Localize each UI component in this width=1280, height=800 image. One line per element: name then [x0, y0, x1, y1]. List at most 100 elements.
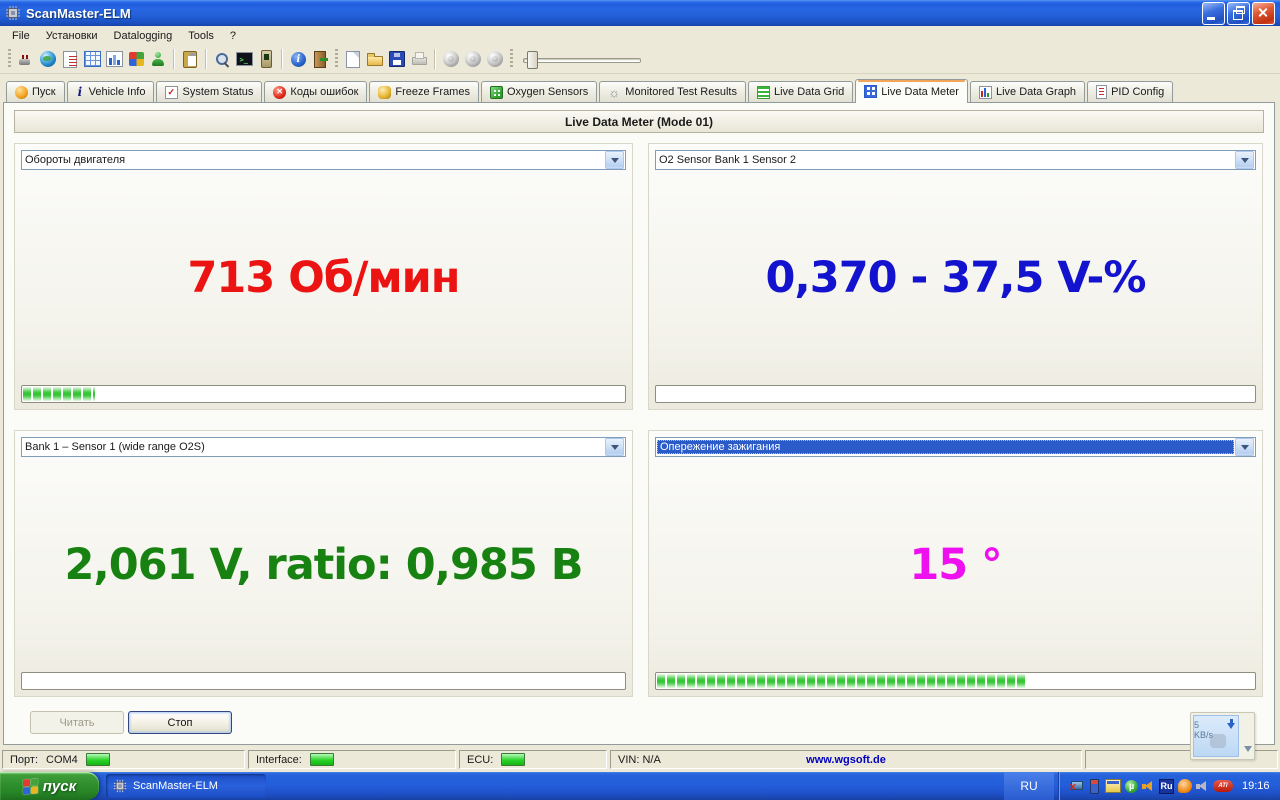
mixer-icon[interactable] — [1196, 780, 1209, 793]
record-button-icon — [443, 51, 459, 67]
website-link[interactable]: www.wgsoft.de — [611, 754, 1081, 766]
read-button[interactable]: Читать — [30, 711, 124, 734]
tab-strip: Пуск Vehicle Info System Status Коды ошибок… — [6, 78, 1274, 102]
slider-thumb[interactable] — [527, 51, 538, 69]
pause-button-icon — [465, 51, 481, 67]
chart-toolbar-button[interactable] — [103, 48, 125, 70]
windows-toolbar-button[interactable] — [125, 48, 147, 70]
pid-selector-3[interactable]: Bank 1 – Sensor 1 (wide range O2S) — [21, 437, 626, 457]
tab-пуск[interactable]: Пуск — [6, 81, 65, 102]
meter-panel-3: Bank 1 – Sensor 1 (wide range O2S) 2,061… — [14, 430, 633, 697]
tab-oxygen-sensors[interactable]: Oxygen Sensors — [481, 81, 597, 102]
dropdown-arrow-icon[interactable] — [1235, 438, 1254, 456]
lang-indicator-icon[interactable]: Ru — [1159, 779, 1174, 794]
language-indicator[interactable]: RU — [1004, 772, 1054, 800]
toolbar-grip[interactable] — [335, 49, 338, 69]
status-bar: Порт: COM4 Interface: ECU: VIN: N/A www.… — [0, 747, 1280, 772]
maximize-button[interactable] — [1227, 2, 1250, 25]
pause-button-toolbar-button[interactable] — [462, 48, 484, 70]
oxygen-sensors-icon — [490, 86, 503, 99]
toolbar-grip[interactable] — [8, 49, 11, 69]
pid-selector-1[interactable]: Обороты двигателя — [21, 150, 626, 170]
print-toolbar-button[interactable] — [408, 48, 430, 70]
volume-icon[interactable] — [1142, 780, 1155, 793]
tab-live-data-meter[interactable]: Live Data Meter — [855, 79, 968, 103]
clipboard-toolbar-button[interactable] — [179, 48, 201, 70]
ecu-label: ECU: — [467, 754, 493, 766]
ati-icon[interactable] — [1213, 780, 1233, 792]
menu-item-datalogging[interactable]: Datalogging — [106, 28, 181, 44]
search-toolbar-button[interactable] — [211, 48, 233, 70]
minimize-button[interactable] — [1202, 2, 1225, 25]
info-toolbar-button[interactable] — [287, 48, 309, 70]
tab-label: Vehicle Info — [89, 86, 146, 98]
tab-pid-config[interactable]: PID Config — [1087, 81, 1173, 102]
meter-panel-1: Обороты двигателя 713 Об/мин — [14, 143, 633, 410]
dashboard-toolbar-button[interactable] — [81, 48, 103, 70]
utorrent-icon[interactable] — [1125, 780, 1138, 793]
meter-progress-1 — [21, 385, 626, 403]
tab-live-data-graph[interactable]: Live Data Graph — [970, 81, 1085, 102]
user-icon — [149, 50, 167, 68]
record-button-toolbar-button[interactable] — [440, 48, 462, 70]
start-button[interactable]: пуск — [0, 772, 99, 800]
report-toolbar-button[interactable] — [59, 48, 81, 70]
battery-icon[interactable] — [1090, 779, 1099, 794]
toolbar-grip[interactable] — [510, 49, 513, 69]
network-offline-icon[interactable] — [1069, 780, 1084, 793]
download-arrow-icon — [1227, 719, 1236, 730]
connect-toolbar-button[interactable] — [15, 48, 37, 70]
menu-item-tools[interactable]: Tools — [180, 28, 222, 44]
save-toolbar-button[interactable] — [386, 48, 408, 70]
dropdown-arrow-icon[interactable] — [605, 151, 624, 169]
tab-label: Пуск — [32, 86, 56, 98]
tab-label: Live Data Graph — [996, 86, 1076, 98]
open-toolbar-button[interactable] — [364, 48, 386, 70]
tab-label: Коды ошибок — [290, 86, 358, 98]
pid-selector-2[interactable]: O2 Sensor Bank 1 Sensor 2 — [655, 150, 1256, 170]
tab-live-data-grid[interactable]: Live Data Grid — [748, 81, 853, 102]
dashboard-icon — [84, 51, 101, 67]
tab-monitored-test-results[interactable]: Monitored Test Results — [599, 81, 746, 102]
menu-item-file[interactable]: File — [4, 28, 38, 44]
tab-vehicle-info[interactable]: Vehicle Info — [67, 81, 155, 102]
dropdown-arrow-icon[interactable] — [1235, 151, 1254, 169]
freeze-frames-icon — [378, 86, 391, 99]
display-icon[interactable] — [1105, 779, 1121, 793]
dropdown-arrow-icon[interactable] — [605, 438, 624, 456]
web-icon — [40, 51, 56, 67]
tab-system-status[interactable]: System Status — [156, 81, 262, 102]
tab-freeze-frames[interactable]: Freeze Frames — [369, 81, 479, 102]
stop-button[interactable]: Стоп — [128, 711, 232, 734]
messenger-icon[interactable] — [1178, 779, 1192, 793]
exit-icon — [314, 51, 326, 68]
app-icon — [5, 5, 21, 21]
tab-коды-ошибок[interactable]: Коды ошибок — [264, 81, 367, 102]
taskbar-item-scanmaster[interactable]: ScanMaster-ELM — [106, 774, 266, 798]
search-icon — [213, 50, 231, 68]
device-toolbar-button[interactable] — [255, 48, 277, 70]
menu-item-idx1[interactable]: Установки — [38, 28, 106, 44]
windows-icon — [129, 52, 144, 66]
user-toolbar-button[interactable] — [147, 48, 169, 70]
web-toolbar-button[interactable] — [37, 48, 59, 70]
tab-label: PID Config — [1111, 86, 1164, 98]
status-ecu-section: ECU: — [459, 750, 607, 769]
data-graph-icon — [979, 86, 992, 99]
terminal-toolbar-button[interactable] — [233, 48, 255, 70]
tab-label: Monitored Test Results — [625, 86, 737, 98]
pid-selector-4[interactable]: Опережение зажигания — [655, 437, 1256, 457]
progress-fill — [23, 387, 95, 401]
toolbar-slider[interactable] — [523, 50, 641, 68]
exit-toolbar-button[interactable] — [309, 48, 331, 70]
stop-button-toolbar-button[interactable] — [484, 48, 506, 70]
stop-button-icon — [487, 51, 503, 67]
connection-speed-widget[interactable]: 5 KB/s — [1190, 712, 1255, 760]
new-file-toolbar-button[interactable] — [342, 48, 364, 70]
close-button[interactable] — [1252, 2, 1275, 25]
data-grid-icon — [757, 86, 770, 99]
menu-item-idx4[interactable]: ? — [222, 28, 244, 44]
tab-page-live-data-meter: Live Data Meter (Mode 01) Обороты двигат… — [3, 102, 1275, 745]
speed-dropdown-icon[interactable] — [1244, 746, 1252, 756]
status-interface-section: Interface: — [248, 750, 456, 769]
